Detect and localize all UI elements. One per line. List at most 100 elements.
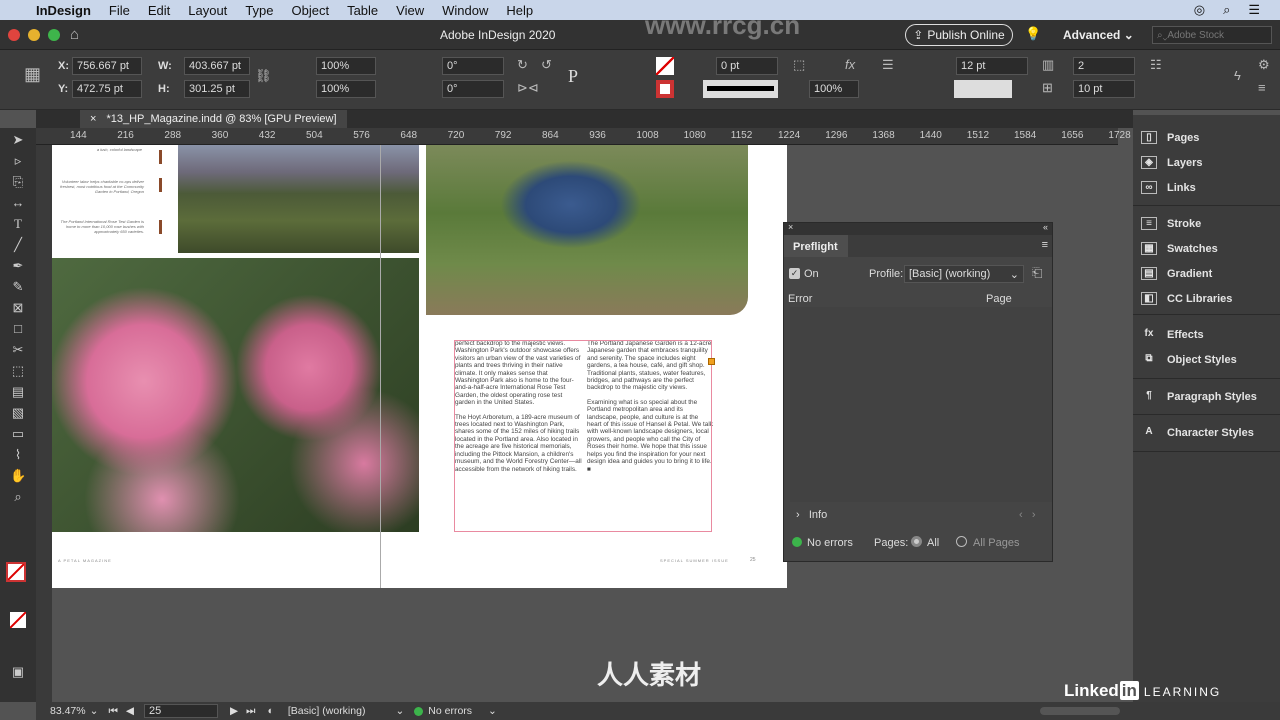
pen-tool-icon[interactable]: ✒	[10, 258, 26, 274]
gradient-feather-tool-icon[interactable]: ▧	[10, 405, 26, 421]
panel-fx[interactable]: fx Effects	[1141, 328, 1204, 341]
profile-dropdown-icon[interactable]: ⌄	[395, 705, 404, 717]
horizontal-scrollbar[interactable]	[1040, 707, 1120, 715]
page-range-radio[interactable]	[956, 536, 967, 547]
panel-pages[interactable]: ▯ Pages	[1141, 131, 1199, 144]
columns-icon[interactable]: ▥	[1042, 57, 1054, 73]
preflight-errors-status[interactable]: No errors	[428, 705, 472, 717]
y-field[interactable]: 472.75 pt	[72, 80, 142, 98]
hand-tool-icon[interactable]: ✋	[10, 468, 26, 484]
type-tool-icon[interactable]: T	[10, 216, 26, 232]
frame-style-dropdown[interactable]	[954, 80, 1012, 98]
panel-layers[interactable]: ◈ Layers	[1141, 156, 1202, 169]
scale-y-field[interactable]: 100%	[316, 80, 376, 98]
menu-table[interactable]: Table	[347, 3, 378, 18]
w-field[interactable]: 403.667 pt	[184, 57, 250, 75]
error-column-header[interactable]: Error	[788, 293, 812, 305]
line-tool-icon[interactable]: ╱	[10, 237, 26, 253]
preflight-on-checkbox[interactable]: ✓	[789, 268, 800, 279]
eyedropper-tool-icon[interactable]: ⌇	[10, 447, 26, 463]
workspace-switcher[interactable]: Advanced ⌄	[1063, 28, 1134, 42]
prev-next-error-icon[interactable]: ‹ ›	[1019, 509, 1036, 521]
columns-field[interactable]: 2	[1073, 57, 1135, 75]
rotate-cw-icon[interactable]: ↻	[517, 57, 528, 73]
previous-page-icon[interactable]: ◀	[126, 705, 134, 717]
shear-field[interactable]: 0°	[442, 80, 504, 98]
page-tool-icon[interactable]: ⎘	[10, 174, 26, 190]
pink-roses-image[interactable]	[52, 258, 419, 532]
open-document-icon[interactable]: ◐	[268, 705, 274, 717]
flip-horizontal-icon[interactable]: ⊳⊲	[517, 80, 539, 96]
page-range-field[interactable]: All Pages	[973, 537, 1023, 549]
screen-mode-icon[interactable]: ▣	[10, 664, 26, 680]
rotation-field[interactable]: 0°	[442, 57, 504, 75]
next-page-icon[interactable]: ▶	[230, 705, 238, 717]
creative-cloud-icon[interactable]: ◎	[1194, 2, 1205, 18]
menu-layout[interactable]: Layout	[188, 3, 227, 18]
collapse-panel-icon[interactable]: «	[1043, 222, 1048, 232]
quick-apply-icon[interactable]: ϟ	[1234, 68, 1241, 83]
preflight-profile-status[interactable]: [Basic] (working)	[288, 705, 366, 717]
zoom-dropdown-icon[interactable]: ⌄	[90, 705, 99, 717]
h-field[interactable]: 301.25 pt	[184, 80, 250, 98]
rectangle-tool-icon[interactable]: □	[10, 321, 26, 337]
zoom-level[interactable]: 83.47%	[50, 705, 86, 717]
selection-tool-icon[interactable]: ➤	[10, 132, 26, 148]
align-top-icon[interactable]: ☰	[882, 57, 894, 73]
horizontal-ruler[interactable]: 144 216 288 360 432 504 576 648 720 792 864 936 1008…	[36, 128, 1131, 145]
scale-x-field[interactable]: 100%	[316, 57, 376, 75]
gardener-image[interactable]	[426, 145, 748, 315]
panel-paragraph-styles[interactable]: ¶ Paragraph Styles	[1141, 390, 1257, 403]
panel-swatches[interactable]: ▦ Swatches	[1141, 242, 1218, 255]
gradient-tool-icon[interactable]: ▤	[10, 384, 26, 400]
profile-dropdown[interactable]: [Basic] (working) ⌄	[904, 265, 1024, 283]
selected-text-frame[interactable]	[454, 340, 712, 532]
notification-list-icon[interactable]: ☰	[1248, 2, 1260, 18]
publish-online-button[interactable]: ⇪ Publish Online	[905, 24, 1013, 46]
define-profiles-icon[interactable]: ⎗	[1032, 265, 1042, 281]
rotate-ccw-icon[interactable]: ↺	[541, 57, 552, 73]
panel-cc-libraries[interactable]: ◧ CC Libraries	[1141, 292, 1232, 305]
balance-columns-icon[interactable]: ☷	[1150, 57, 1162, 73]
vertical-ruler[interactable]	[36, 145, 52, 702]
error-list[interactable]	[790, 307, 1052, 502]
menu-type[interactable]: Type	[245, 3, 273, 18]
spacing-field[interactable]: 10 pt	[1073, 80, 1135, 98]
menu-file[interactable]: File	[109, 3, 130, 18]
adobe-stock-search[interactable]: ⌕⌄ Adobe Stock	[1152, 26, 1272, 44]
panel-object-styles[interactable]: ⧉ Object Styles	[1141, 353, 1236, 366]
panel-character-styles[interactable]: A Character Styles	[1141, 426, 1253, 439]
document-tab[interactable]: × *13_HP_Magazine.indd @ 83% [GPU Previe…	[80, 110, 347, 128]
menu-help[interactable]: Help	[506, 3, 533, 18]
fill-swatch[interactable]	[656, 57, 674, 75]
close-window-button[interactable]	[8, 29, 20, 41]
lightbulb-icon[interactable]: 💡	[1025, 26, 1041, 42]
direct-selection-tool-icon[interactable]: ▹	[10, 153, 26, 169]
close-tab-icon[interactable]: ×	[90, 113, 96, 125]
gutter-field[interactable]: 12 pt	[956, 57, 1028, 75]
pencil-tool-icon[interactable]: ✎	[10, 279, 26, 295]
panel-header[interactable]: × «	[784, 222, 1052, 235]
menu-view[interactable]: View	[396, 3, 424, 18]
close-panel-icon[interactable]: ×	[788, 222, 793, 232]
apply-none-icon[interactable]	[10, 612, 26, 628]
fill-stroke-swatch[interactable]	[6, 562, 26, 582]
stroke-swatch[interactable]	[656, 80, 674, 98]
all-pages-radio[interactable]	[911, 536, 922, 547]
menu-window[interactable]: Window	[442, 3, 488, 18]
grid-icon[interactable]: ⊞	[1042, 80, 1053, 96]
x-field[interactable]: 756.667 pt	[72, 57, 142, 75]
menu-edit[interactable]: Edit	[148, 3, 170, 18]
errors-dropdown-icon[interactable]: ⌄	[488, 705, 497, 717]
constrain-proportions-icon[interactable]: ⛓	[255, 68, 272, 84]
panel-gradient[interactable]: ▤ Gradient	[1141, 267, 1212, 280]
note-tool-icon[interactable]: ▭	[10, 426, 26, 442]
info-disclosure[interactable]: › Info	[796, 509, 827, 521]
home-icon[interactable]: ⌂	[70, 26, 79, 43]
out-port-handle[interactable]	[708, 358, 715, 365]
free-transform-tool-icon[interactable]: ⬚	[10, 363, 26, 379]
panel-links[interactable]: ∞ Links	[1141, 181, 1196, 194]
settings-gear-icon[interactable]: ⚙	[1258, 57, 1270, 73]
fx-icon[interactable]: fx	[845, 57, 855, 72]
page-column-header[interactable]: Page	[986, 293, 1012, 305]
